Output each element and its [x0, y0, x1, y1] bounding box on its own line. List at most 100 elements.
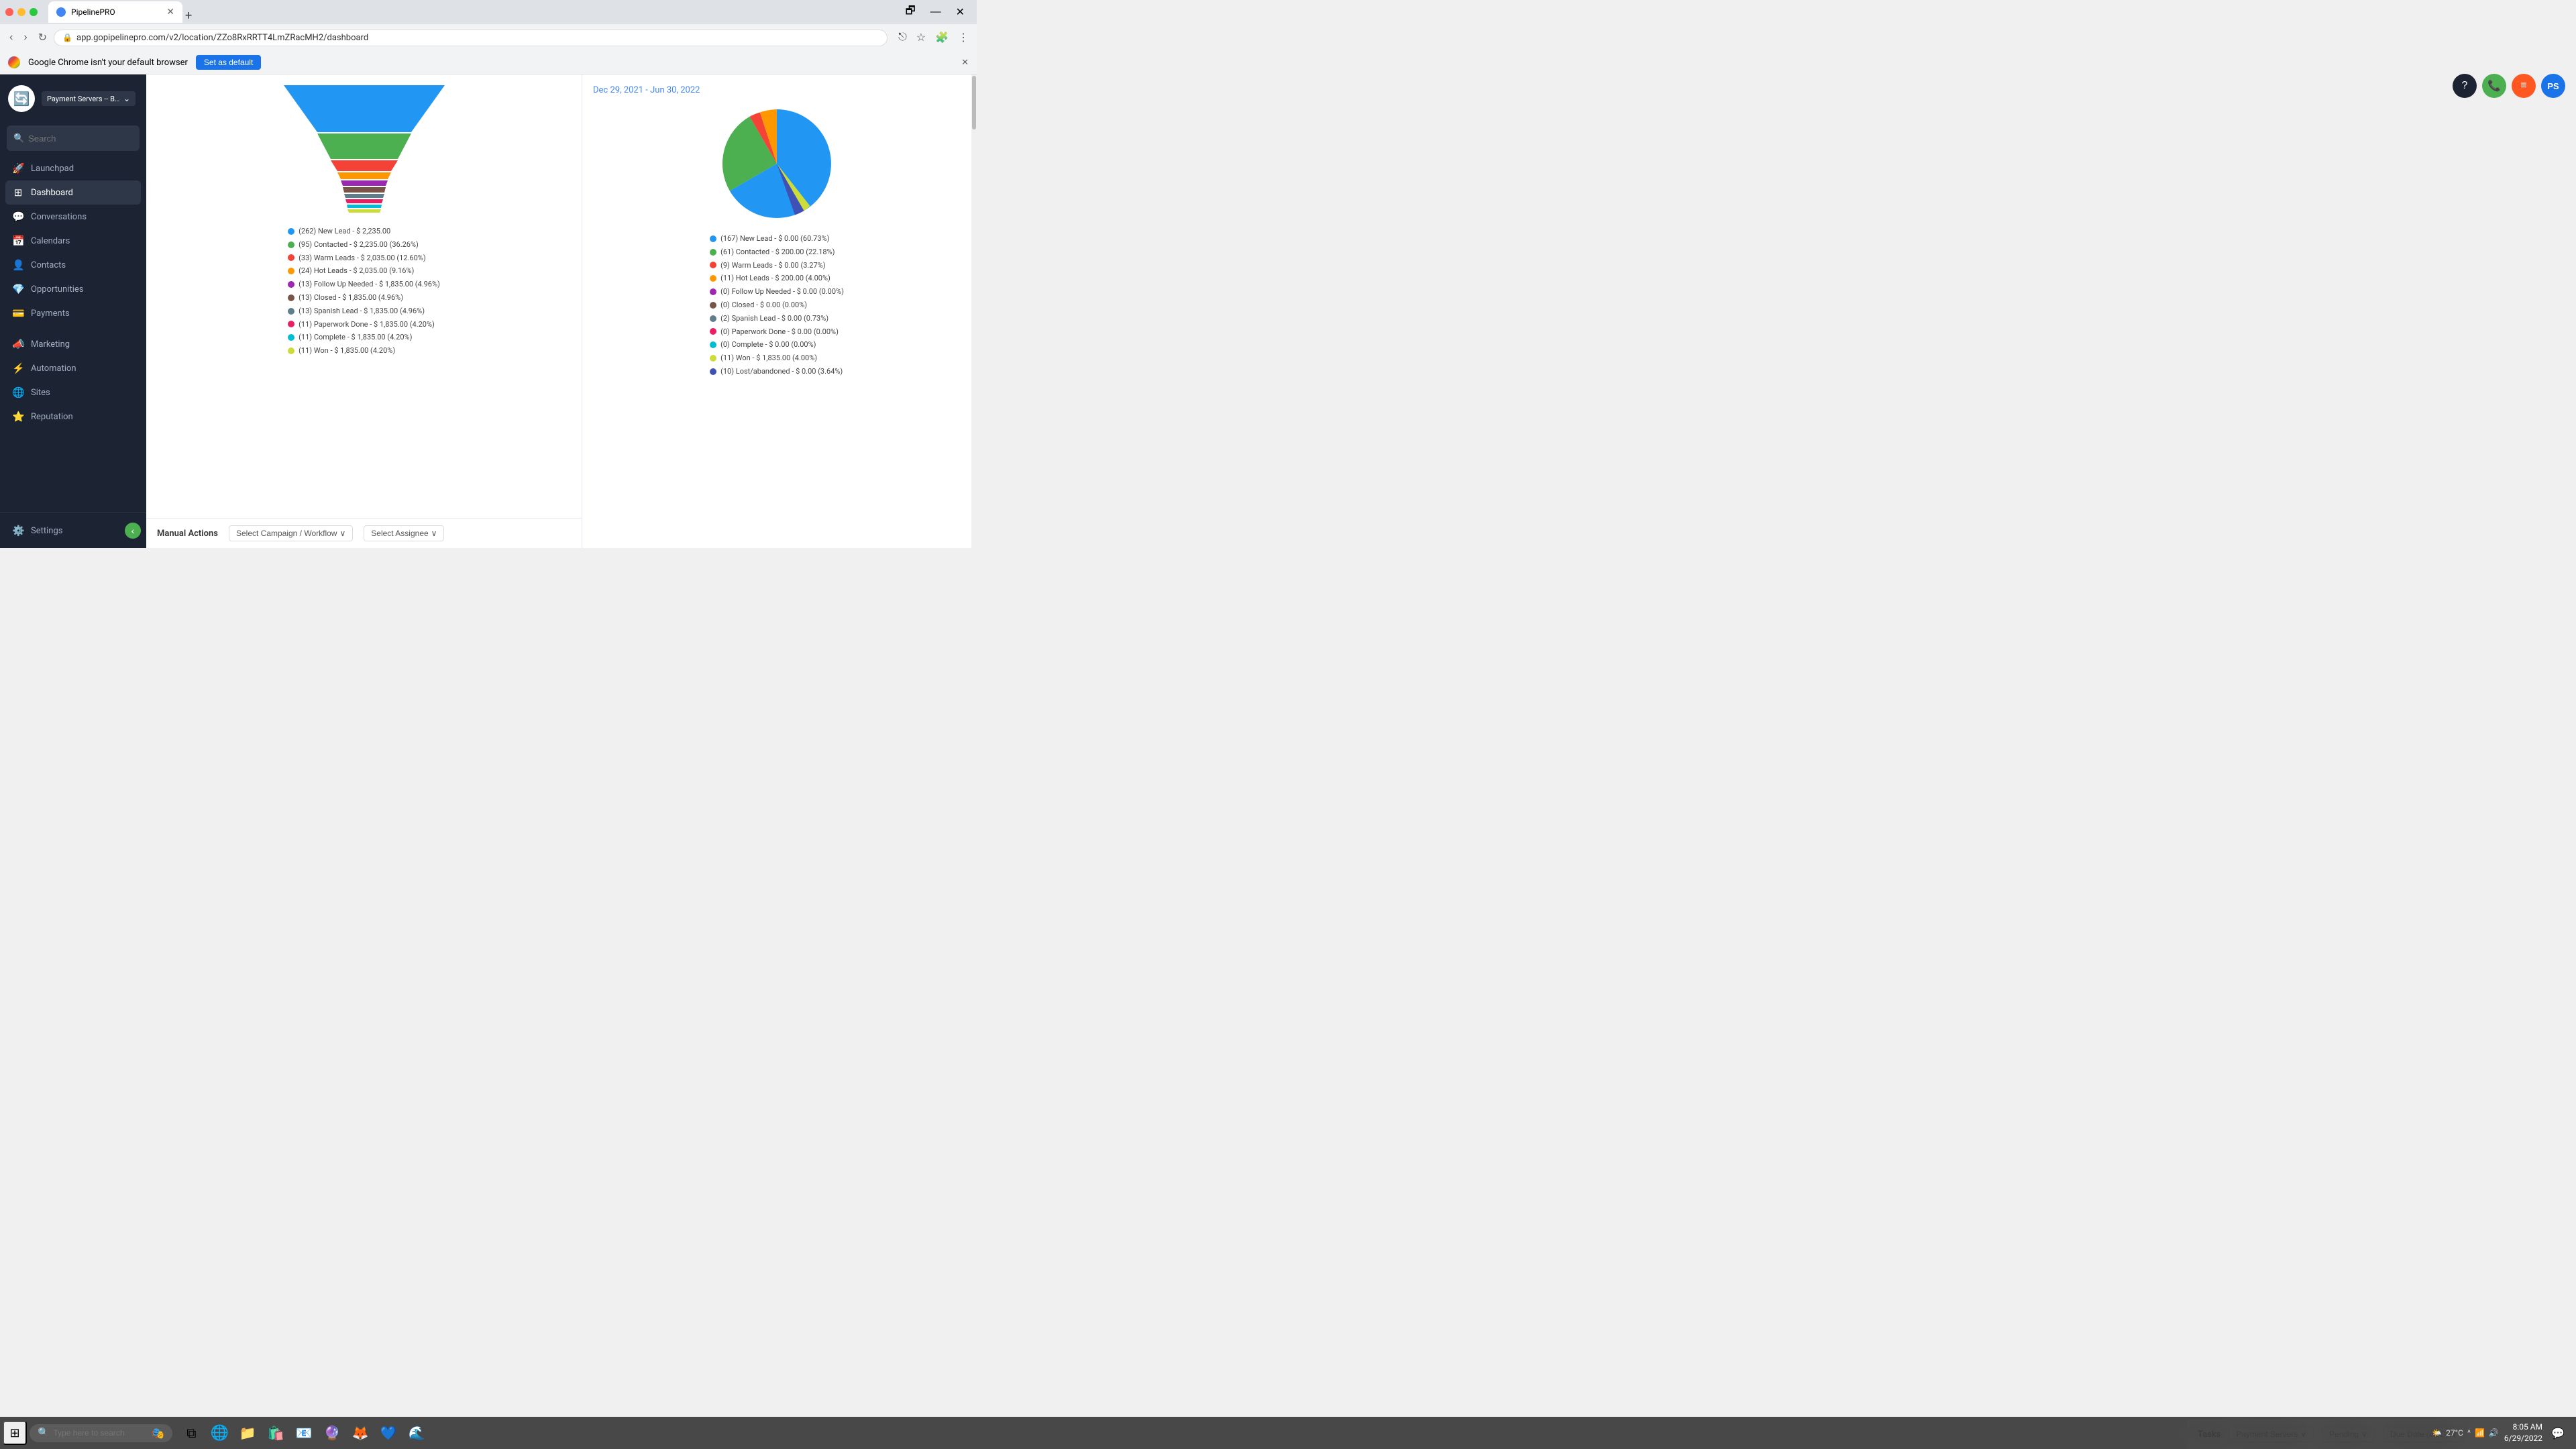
- legend-text: (10) Lost/abandoned - $ 0.00 (3.64%): [720, 365, 843, 378]
- sidebar-item-automation[interactable]: ⚡ Automation: [5, 356, 141, 380]
- close-btn[interactable]: [5, 8, 13, 16]
- taskbar-app-store[interactable]: 🛍️: [262, 1419, 289, 1446]
- chevron-up-icon[interactable]: ^: [2467, 1428, 2471, 1438]
- sidebar-item-payments[interactable]: 💳 Payments: [5, 301, 141, 325]
- sidebar-item-calendars[interactable]: 📅 Calendars: [5, 229, 141, 253]
- funnel-chart: [257, 85, 472, 219]
- avatar-button[interactable]: PS: [2541, 74, 2565, 98]
- refresh-btn[interactable]: ↻: [34, 28, 51, 47]
- pie-legend-item: (0) Closed - $ 0.00 (0.00%): [710, 299, 844, 312]
- notification-center-button[interactable]: 💬: [2548, 1421, 2568, 1445]
- extension-btn[interactable]: 🧩: [932, 28, 951, 47]
- cast-btn[interactable]: ⎋: [896, 29, 910, 46]
- sidebar-item-opportunities[interactable]: 💎 Opportunities: [5, 277, 141, 301]
- tray-icons: 🌤️ 27°C ^ 📶 🔊: [2432, 1428, 2499, 1438]
- tab-strip: PipelinePRO ✕ +: [43, 1, 197, 23]
- legend-text: (61) Contacted - $ 200.00 (22.18%): [720, 246, 835, 259]
- taskbar-app-explorer[interactable]: 📁: [234, 1419, 261, 1446]
- brand-name: Payment Servers -- Boca...: [47, 95, 121, 103]
- nav-items: 🚀 Launchpad ⊞ Dashboard 💬 Conversations …: [0, 156, 146, 513]
- menu-lines-button[interactable]: ≡: [2512, 74, 2536, 98]
- sidebar-item-launchpad[interactable]: 🚀 Launchpad: [5, 156, 141, 180]
- vertical-scrollbar[interactable]: [971, 74, 977, 548]
- back-btn[interactable]: ‹: [5, 29, 17, 46]
- set-default-button[interactable]: Set as default: [196, 55, 261, 70]
- legend-color: [288, 334, 294, 341]
- lock-icon: 🔒: [62, 33, 72, 42]
- start-button[interactable]: ⊞: [3, 1421, 27, 1445]
- sidebar-item-settings[interactable]: ⚙️ Settings: [5, 519, 125, 543]
- legend-color: [710, 288, 716, 295]
- legend-item: (13) Closed - $ 1,835.00 (4.96%): [288, 291, 440, 305]
- app-container: 🔄 Payment Servers -- Boca... ⌄ 🔍 ctrl K …: [0, 74, 977, 548]
- sidebar-collapse-button[interactable]: ‹: [125, 523, 141, 539]
- legend-item: (95) Contacted - $ 2,235.00 (36.26%): [288, 238, 440, 252]
- phone-button[interactable]: 📞: [2482, 74, 2506, 98]
- sidebar-item-label: Automation: [31, 364, 76, 374]
- sidebar-item-marketing[interactable]: 📣 Marketing: [5, 332, 141, 356]
- taskbar-search-icon: 🔍: [38, 1428, 49, 1438]
- sidebar-item-reputation[interactable]: ⭐ Reputation: [5, 405, 141, 429]
- taskbar-app-taskview[interactable]: ⧉: [178, 1419, 205, 1446]
- notification-icon: 💬: [2551, 1427, 2565, 1440]
- select-assignee-button[interactable]: Select Assignee ∨: [364, 525, 444, 541]
- sidebar-item-label: Calendars: [31, 236, 70, 246]
- sidebar-item-conversations[interactable]: 💬 Conversations: [5, 205, 141, 229]
- search-input[interactable]: [28, 133, 146, 144]
- pie-legend-item: (61) Contacted - $ 200.00 (22.18%): [710, 246, 844, 259]
- taskbar-app-edge[interactable]: 🌊: [403, 1419, 430, 1446]
- sidebar-item-label: Sites: [31, 388, 50, 398]
- legend-text: (11) Won - $ 1,835.00 (4.20%): [299, 344, 395, 358]
- taskbar-app-skype[interactable]: 💙: [375, 1419, 402, 1446]
- minimize-window-btn[interactable]: —: [924, 1, 948, 24]
- minimize-btn[interactable]: [17, 8, 25, 16]
- taskbar-app-mail[interactable]: 📧: [290, 1419, 317, 1446]
- brand-selector[interactable]: Payment Servers -- Boca... ⌄: [42, 91, 136, 106]
- launchpad-icon: 🚀: [12, 162, 24, 174]
- taskbar-search-input[interactable]: [53, 1428, 147, 1438]
- taskbar-app-app1[interactable]: 🔮: [319, 1419, 345, 1446]
- pie-legend-item: (2) Spanish Lead - $ 0.00 (0.73%): [710, 312, 844, 325]
- sidebar-item-sites[interactable]: 🌐 Sites: [5, 380, 141, 405]
- manual-actions-label: Manual Actions: [157, 529, 218, 539]
- taskbar-app-firefox[interactable]: 🦊: [347, 1419, 374, 1446]
- bookmark-btn[interactable]: ☆: [914, 28, 928, 47]
- maximize-btn[interactable]: [30, 8, 38, 16]
- scrollbar-thumb[interactable]: [972, 76, 976, 129]
- close-window-btn[interactable]: ✕: [949, 1, 971, 24]
- notification-text: Google Chrome isn't your default browser: [28, 58, 188, 68]
- store-icon: 🛍️: [268, 1425, 284, 1441]
- clock[interactable]: 8:05 AM 6/29/2022: [2504, 1421, 2542, 1444]
- sidebar: 🔄 Payment Servers -- Boca... ⌄ 🔍 ctrl K …: [0, 74, 146, 548]
- pie-legend-item: (11) Hot Leads - $ 200.00 (4.00%): [710, 272, 844, 285]
- app1-icon: 🔮: [324, 1425, 341, 1441]
- taskbar-app-chrome[interactable]: 🌐: [206, 1419, 233, 1446]
- pie-legend-item: (11) Won - $ 1,835.00 (4.00%): [710, 352, 844, 365]
- new-tab-button[interactable]: +: [185, 9, 192, 23]
- taskbar: ⊞ 🔍 🎭 ⧉ 🌐 📁 🛍️ 📧 🔮 🦊 💙: [0, 1417, 2576, 1449]
- legend-item: (262) New Lead - $ 2,235.00: [288, 225, 440, 238]
- help-button[interactable]: ?: [2453, 74, 2477, 98]
- date-range: Dec 29, 2021 - Jun 30, 2022: [593, 85, 961, 95]
- payments-icon: 💳: [12, 307, 24, 319]
- legend-text: (0) Follow Up Needed - $ 0.00 (0.00%): [720, 285, 844, 299]
- chevron-icon: ∨: [431, 529, 437, 538]
- restore-down-btn[interactable]: 🗗: [899, 1, 922, 24]
- forward-btn[interactable]: ›: [19, 29, 31, 46]
- sidebar-footer: ⚙️ Settings ‹: [0, 513, 146, 548]
- address-bar[interactable]: 🔒 app.gopipelinepro.com/v2/location/ZZo8…: [54, 30, 888, 46]
- sidebar-logo: 🔄: [8, 85, 35, 112]
- sidebar-item-label: Conversations: [31, 212, 87, 222]
- pie-legend-item: (0) Complete - $ 0.00 (0.00%): [710, 338, 844, 352]
- sidebar-item-contacts[interactable]: 👤 Contacts: [5, 253, 141, 277]
- select-campaign-button[interactable]: Select Campaign / Workflow ∨: [229, 525, 353, 541]
- menu-btn[interactable]: ⋮: [955, 28, 971, 47]
- conversations-icon: 💬: [12, 211, 24, 223]
- legend-color: [288, 268, 294, 274]
- tab-close-btn[interactable]: ✕: [166, 7, 174, 17]
- sidebar-item-dashboard[interactable]: ⊞ Dashboard: [5, 180, 141, 205]
- taskbar-search[interactable]: 🔍 🎭: [30, 1424, 172, 1442]
- active-tab[interactable]: PipelinePRO ✕: [48, 1, 182, 23]
- legend-text: (33) Warm Leads - $ 2,035.00 (12.60%): [299, 252, 426, 265]
- notification-close-btn[interactable]: ✕: [961, 58, 969, 68]
